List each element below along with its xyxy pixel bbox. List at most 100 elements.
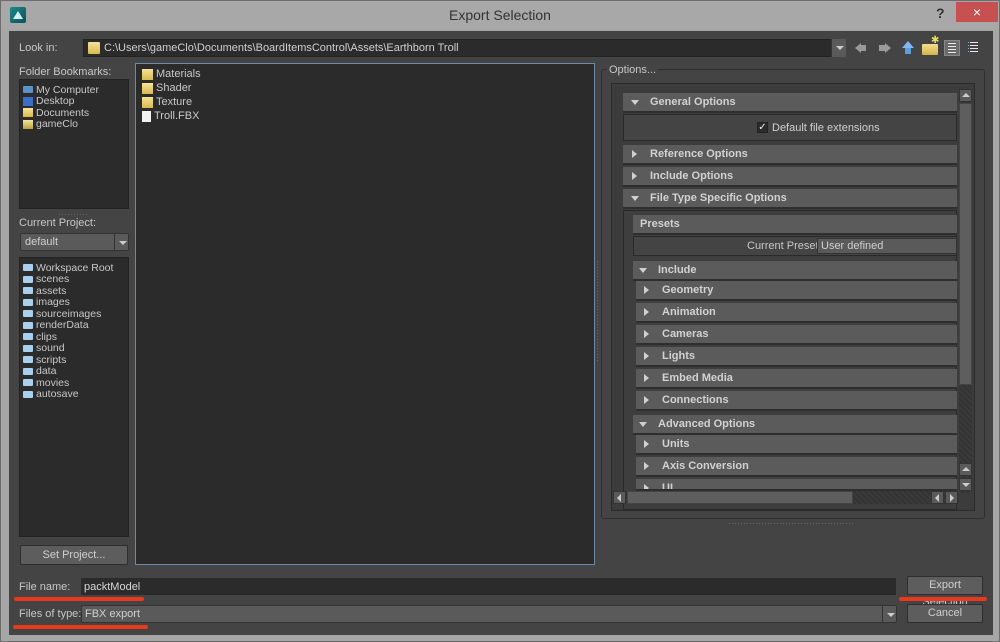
vertical-scroll-thumb[interactable] (959, 103, 972, 385)
scroll-left-icon[interactable] (931, 491, 944, 504)
current-preset-combo[interactable]: User defined (817, 238, 957, 254)
frame-label: Lights (662, 350, 695, 362)
help-button[interactable]: ? (936, 5, 945, 21)
project-item-label: movies (36, 376, 70, 389)
folder-icon (142, 82, 153, 94)
folder-icon (23, 275, 33, 283)
look-in-path: C:\Users\gameClo\Documents\BoardItemsCon… (104, 42, 459, 54)
title-bar[interactable]: Export Selection ? × (1, 1, 999, 29)
project-item[interactable]: assets (20, 285, 128, 297)
file-item-folder[interactable]: Texture (139, 95, 594, 109)
lights-header[interactable]: Lights (636, 347, 957, 367)
folder-icon (23, 298, 33, 306)
new-folder-icon[interactable] (922, 35, 939, 55)
scroll-up-icon[interactable] (959, 463, 972, 476)
up-folder-icon[interactable] (900, 40, 916, 56)
project-item[interactable]: autosave (20, 388, 128, 400)
folder-icon (23, 379, 33, 387)
frame-label: Connections (662, 394, 729, 406)
bookmark-gameclo[interactable]: gameClo (20, 118, 128, 130)
project-item[interactable]: data (20, 365, 128, 377)
file-type-specific-options-header[interactable]: File Type Specific Options (623, 189, 957, 209)
reference-options-header[interactable]: Reference Options (623, 145, 957, 165)
cancel-button[interactable]: Cancel (907, 604, 983, 623)
detail-view-icon[interactable] (967, 40, 983, 56)
folder-icon (23, 356, 33, 364)
scroll-left-icon[interactable] (613, 491, 626, 504)
scroll-up-icon[interactable] (959, 89, 972, 102)
frame-label: General Options (650, 96, 736, 108)
connections-header[interactable]: Connections (636, 391, 957, 411)
project-dropdown-button[interactable] (114, 234, 128, 250)
look-in-combo[interactable]: C:\Users\gameClo\Documents\BoardItemsCon… (83, 39, 845, 57)
splitter-handle[interactable] (729, 523, 854, 524)
file-item-folder[interactable]: Materials (139, 67, 594, 81)
project-item[interactable]: movies (20, 377, 128, 389)
project-item-label: renderData (36, 319, 89, 332)
back-arrow-icon[interactable] (853, 40, 869, 56)
file-list[interactable]: Materials Shader Texture Troll.FBX (135, 63, 595, 565)
files-of-type-dropdown-button[interactable] (882, 606, 896, 622)
splitter-handle[interactable] (59, 214, 89, 215)
close-button[interactable]: × (956, 2, 998, 22)
splitter-handle[interactable] (597, 261, 598, 361)
project-folder-list[interactable]: Workspace Root scenes assets images sour… (19, 257, 129, 537)
current-preset-label: Current Preset: (747, 240, 822, 252)
project-item[interactable]: scripts (20, 354, 128, 366)
geometry-header[interactable]: Geometry (636, 281, 957, 301)
axis-conversion-header[interactable]: Axis Conversion (636, 457, 957, 477)
include-header[interactable]: Include (633, 261, 957, 281)
frame-label: Animation (662, 306, 716, 318)
collapse-arrow-icon (644, 352, 649, 360)
default-file-extensions-checkbox[interactable]: ✓ (757, 122, 768, 133)
export-selection-button[interactable]: Export Selection (907, 576, 983, 608)
project-item[interactable]: sound (20, 342, 128, 354)
embed-media-header[interactable]: Embed Media (636, 369, 957, 389)
project-item[interactable]: Workspace Root (20, 262, 128, 274)
advanced-options-header[interactable]: Advanced Options (633, 415, 957, 435)
file-item-file[interactable]: Troll.FBX (139, 109, 594, 123)
file-name-input[interactable] (81, 578, 896, 595)
bookmark-my-computer[interactable]: My Computer (20, 84, 128, 96)
options-vertical-scrollbar[interactable] (959, 89, 972, 493)
project-item[interactable]: scenes (20, 273, 128, 286)
animation-header[interactable]: Animation (636, 303, 957, 323)
project-item[interactable]: images (20, 296, 128, 308)
look-in-dropdown-button[interactable] (831, 39, 846, 57)
horizontal-scroll-thumb[interactable] (627, 491, 853, 504)
cameras-header[interactable]: Cameras (636, 325, 957, 345)
file-item-label: Troll.FBX (154, 110, 200, 122)
current-project-combo[interactable]: default (20, 233, 129, 251)
expand-arrow-icon (631, 196, 639, 201)
computer-icon (23, 86, 33, 94)
file-item-folder[interactable]: Shader (139, 81, 594, 95)
files-of-type-combo[interactable]: FBX export (81, 605, 897, 623)
project-item-label: clips (36, 330, 58, 343)
project-item-label: sourceimages (36, 307, 102, 320)
bookmark-desktop[interactable]: Desktop (20, 95, 128, 107)
list-view-icon[interactable] (944, 40, 960, 56)
project-item[interactable]: clips (20, 331, 128, 343)
set-project-button[interactable]: Set Project... (20, 545, 128, 565)
units-header[interactable]: Units (636, 435, 957, 455)
frame-label: Reference Options (650, 148, 748, 160)
file-item-label: Materials (156, 68, 201, 80)
files-of-type-label: Files of type: (19, 608, 82, 620)
ui-header[interactable]: UI (636, 479, 957, 491)
bookmark-documents[interactable]: Documents (20, 107, 128, 119)
folder-icon (23, 310, 33, 318)
project-item[interactable]: sourceimages (20, 308, 128, 320)
options-horizontal-scrollbar[interactable] (613, 491, 959, 504)
project-item-label: scenes (36, 273, 70, 286)
forward-arrow-icon[interactable] (877, 40, 893, 56)
file-item-label: Texture (156, 96, 193, 108)
chevron-down-icon (119, 241, 127, 245)
folder-bookmarks-list[interactable]: My Computer Desktop Documents gameClo (19, 79, 129, 209)
scroll-right-icon[interactable] (945, 491, 958, 504)
general-options-header[interactable]: General Options (623, 93, 957, 113)
project-item[interactable]: renderData (20, 319, 128, 332)
folder-icon (23, 264, 33, 272)
current-project-value: default (25, 236, 59, 248)
include-options-header[interactable]: Include Options (623, 167, 957, 187)
scroll-down-icon[interactable] (959, 478, 972, 491)
